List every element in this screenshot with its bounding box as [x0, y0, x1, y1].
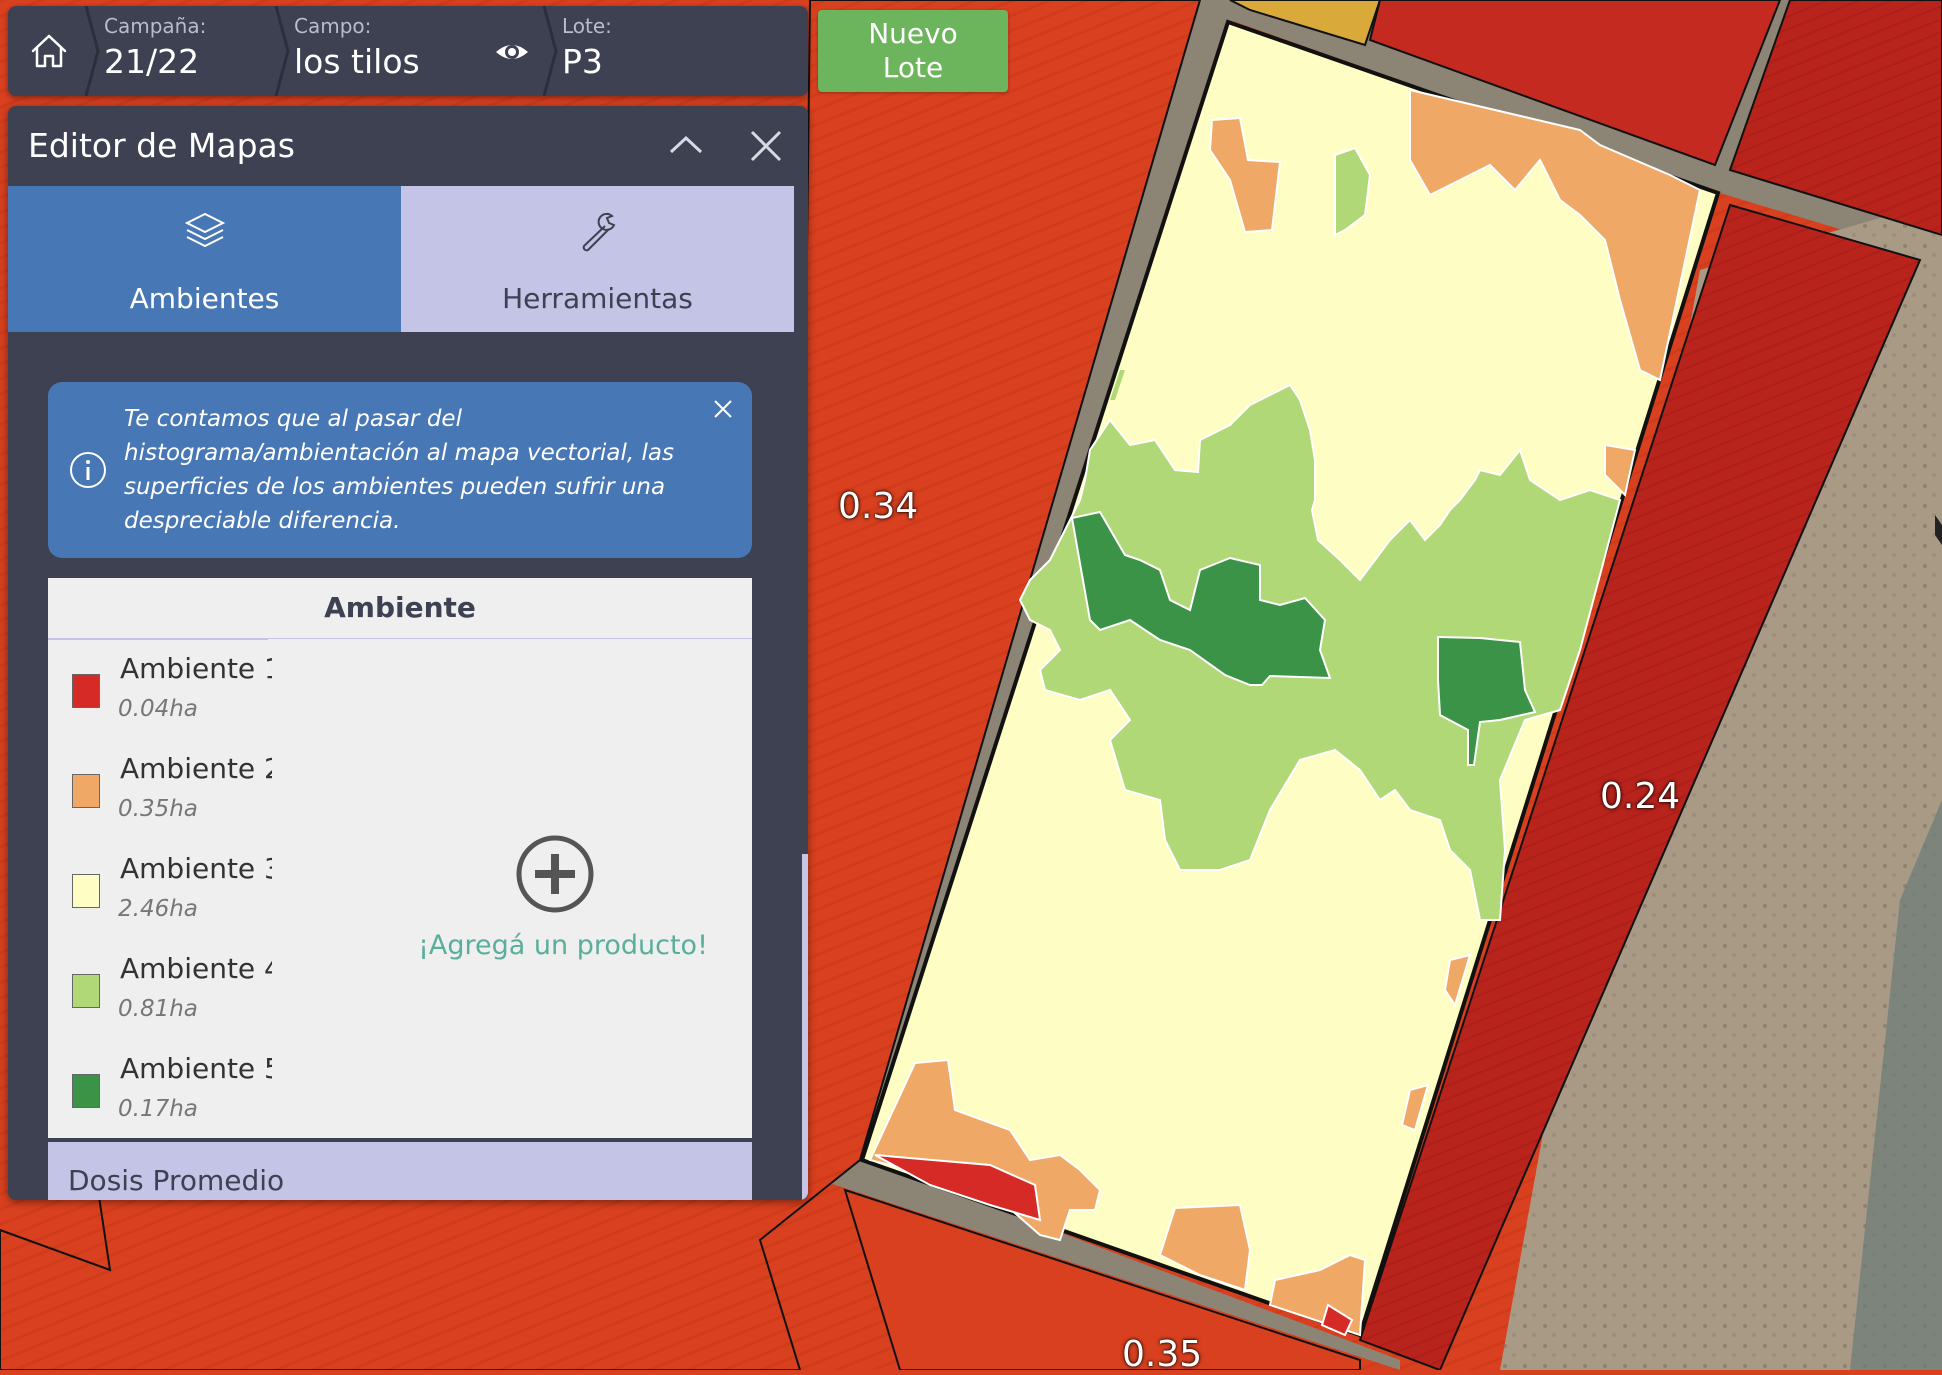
eye-icon[interactable] [494, 34, 530, 70]
plus-circle-icon [516, 835, 594, 913]
tab-herramientas-label: Herramientas [502, 282, 693, 315]
campo-selector[interactable]: Campo: los tilos [294, 14, 420, 81]
campo-value: los tilos [294, 42, 420, 81]
ambientes-table: Ambiente Ambiente 1 0.04ha Ambiente 2 0.… [48, 578, 752, 1138]
chevron-up-icon[interactable] [668, 130, 704, 160]
layers-icon [184, 212, 226, 248]
map-label-left: 0.34 [838, 486, 919, 527]
dosis-promedio-row: Dosis Promedio [48, 1142, 752, 1200]
color-swatch [72, 974, 100, 1008]
info-text: Te contamos que al pasar del histograma/… [124, 406, 674, 534]
ambiente-row-1[interactable]: Ambiente 1 0.04ha [48, 642, 278, 742]
ambiente-name: Ambiente 3 [120, 852, 272, 885]
close-icon[interactable] [748, 128, 784, 164]
tab-ambientes[interactable]: Ambientes [8, 186, 401, 332]
home-button[interactable] [8, 6, 90, 96]
table-header-ambiente: Ambiente [48, 578, 752, 639]
ambiente-row-4[interactable]: Ambiente 4 0.81ha [48, 942, 278, 1042]
ambiente-area: 0.17ha [118, 1096, 198, 1122]
scrollbar[interactable] [802, 854, 808, 1200]
map-editor-panel: Editor de Mapas Ambientes Herramientas T… [8, 106, 808, 1200]
info-banner: Te contamos que al pasar del histograma/… [48, 382, 752, 558]
ambiente-area: 0.81ha [118, 996, 198, 1022]
info-icon [70, 452, 106, 488]
close-icon[interactable] [712, 398, 734, 420]
color-swatch [72, 1074, 100, 1108]
nuevo-lote-line2: Lote [882, 51, 944, 84]
ambiente-row-5[interactable]: Ambiente 5 0.17ha [48, 1042, 278, 1142]
color-swatch [72, 774, 100, 808]
map-label-bottom: 0.35 [1122, 1334, 1203, 1375]
tab-ambientes-label: Ambientes [129, 282, 280, 315]
ambiente-row-3[interactable]: Ambiente 3 2.46ha [48, 842, 278, 942]
wrench-icon [582, 212, 616, 252]
ambiente-area: 0.35ha [118, 796, 198, 822]
divider [542, 6, 558, 96]
nuevo-lote-line1: Nuevo [868, 17, 958, 50]
map-label-right: 0.24 [1600, 776, 1681, 817]
dosis-label: Dosis Promedio [68, 1164, 285, 1197]
ambiente-name: Ambiente 4 [120, 952, 272, 985]
campana-label: Campaña: [104, 14, 207, 38]
lote-selector[interactable]: Lote: P3 [562, 14, 612, 81]
nuevo-lote-button[interactable]: Nuevo Lote [818, 10, 1008, 92]
color-swatch [72, 674, 100, 708]
divider [84, 6, 100, 96]
lote-label: Lote: [562, 14, 612, 38]
panel-header: Editor de Mapas [8, 106, 808, 186]
ambiente-row-2[interactable]: Ambiente 2 0.35ha [48, 742, 278, 842]
ambiente-name: Ambiente 5 [120, 1052, 272, 1085]
campana-value: 21/22 [104, 42, 200, 81]
ambiente-name: Ambiente 1 [120, 652, 272, 685]
divider [48, 638, 268, 640]
lote-value: P3 [562, 42, 603, 81]
divider [274, 6, 290, 96]
campo-label: Campo: [294, 14, 372, 38]
ambiente-name: Ambiente 2 [120, 752, 272, 785]
campana-selector[interactable]: Campaña: 21/22 [104, 14, 206, 81]
add-product-label: ¡Agregá un producto! [418, 930, 708, 961]
panel-title: Editor de Mapas [28, 126, 295, 165]
ambiente-area: 2.46ha [118, 896, 198, 922]
top-bar: Campaña: 21/22 Campo: los tilos Lote: P3 [8, 6, 808, 96]
tab-herramientas[interactable]: Herramientas [401, 186, 794, 332]
home-icon [31, 34, 67, 68]
color-swatch [72, 874, 100, 908]
ambiente-area: 0.04ha [118, 696, 198, 722]
